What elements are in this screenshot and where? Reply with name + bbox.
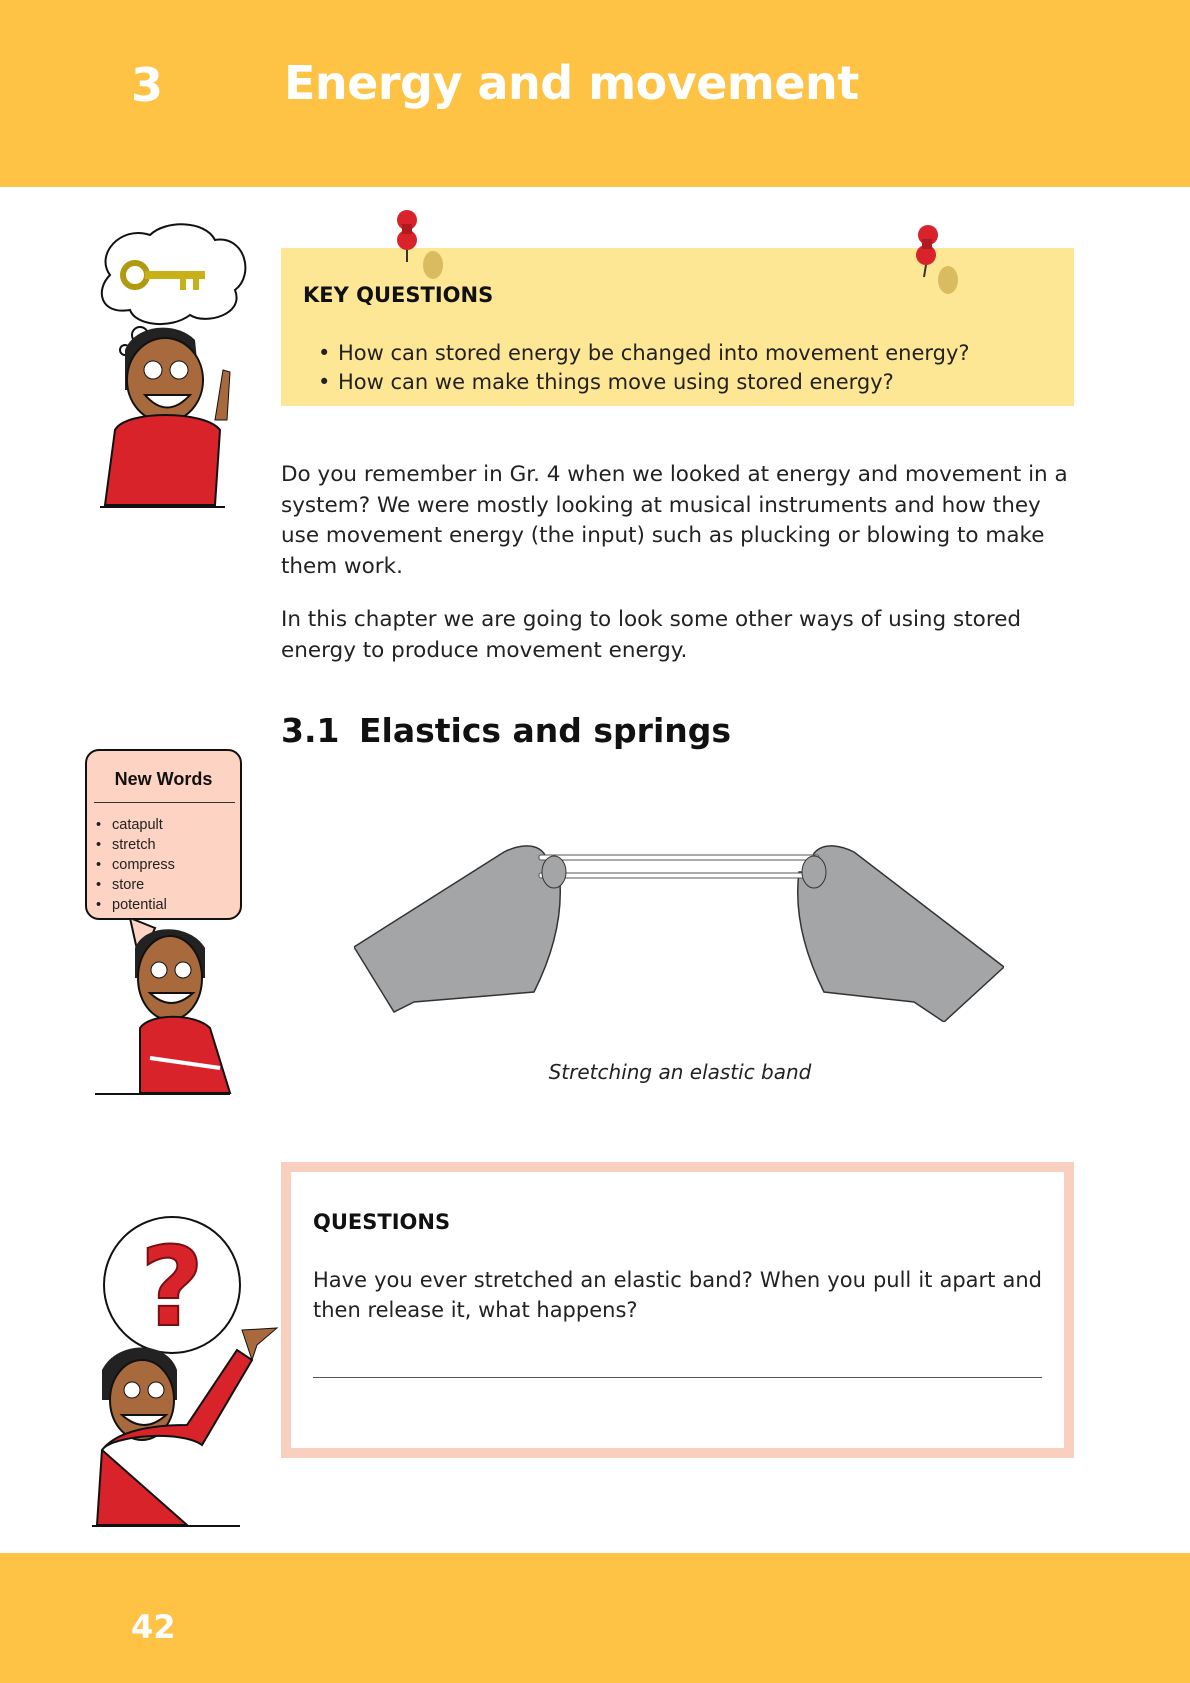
section-title: Elastics and springs: [359, 711, 732, 750]
figure-caption: Stretching an elastic band: [548, 1060, 812, 1084]
new-word: stretch: [96, 835, 175, 855]
section-heading: 3.1 Elastics and springs: [281, 711, 731, 750]
divider: [94, 802, 235, 803]
new-words-title: New Words: [114, 769, 213, 789]
chapter-title: Energy and movement: [284, 56, 859, 110]
new-word: potential: [96, 895, 175, 915]
character-thinking-key-icon: [100, 223, 247, 508]
hands-stretching-elastic-band-illustration: [354, 845, 1004, 1022]
question-mark-icon: ?: [140, 1223, 204, 1351]
section-number: 3.1: [281, 711, 340, 750]
new-word: store: [96, 875, 175, 895]
intro-paragraph: In this chapter we are going to look som…: [281, 607, 1022, 663]
intro-paragraph: Do you remember in Gr. 4 when we looked …: [281, 462, 1068, 579]
new-word: compress: [96, 855, 175, 875]
answer-line[interactable]: [313, 1377, 1042, 1378]
page-number: 42: [131, 1608, 176, 1646]
new-words-list: catapult stretch compress store potentia…: [96, 815, 175, 915]
chapter-header: 3 Energy and movement: [0, 0, 1190, 187]
new-word: catapult: [96, 815, 175, 835]
new-words-box: New Words catapult stretch compress stor…: [85, 749, 242, 920]
key-questions-heading: KEY QUESTIONS: [303, 283, 494, 307]
character-question-mark-icon: ?: [92, 1216, 279, 1527]
pushpin-icon: [397, 210, 443, 279]
key-question-item: How can stored energy be changed into mo…: [318, 341, 970, 365]
pushpin-icon: [916, 225, 958, 294]
character-arms-crossed-icon: [95, 918, 232, 1095]
key-question-item: How can we make things move using stored…: [318, 370, 894, 394]
page-footer: 42: [0, 1553, 1190, 1683]
question-text: Have you ever stretched an elastic band?…: [313, 1268, 1042, 1322]
chapter-number: 3: [131, 58, 164, 112]
questions-heading: QUESTIONS: [313, 1210, 451, 1234]
